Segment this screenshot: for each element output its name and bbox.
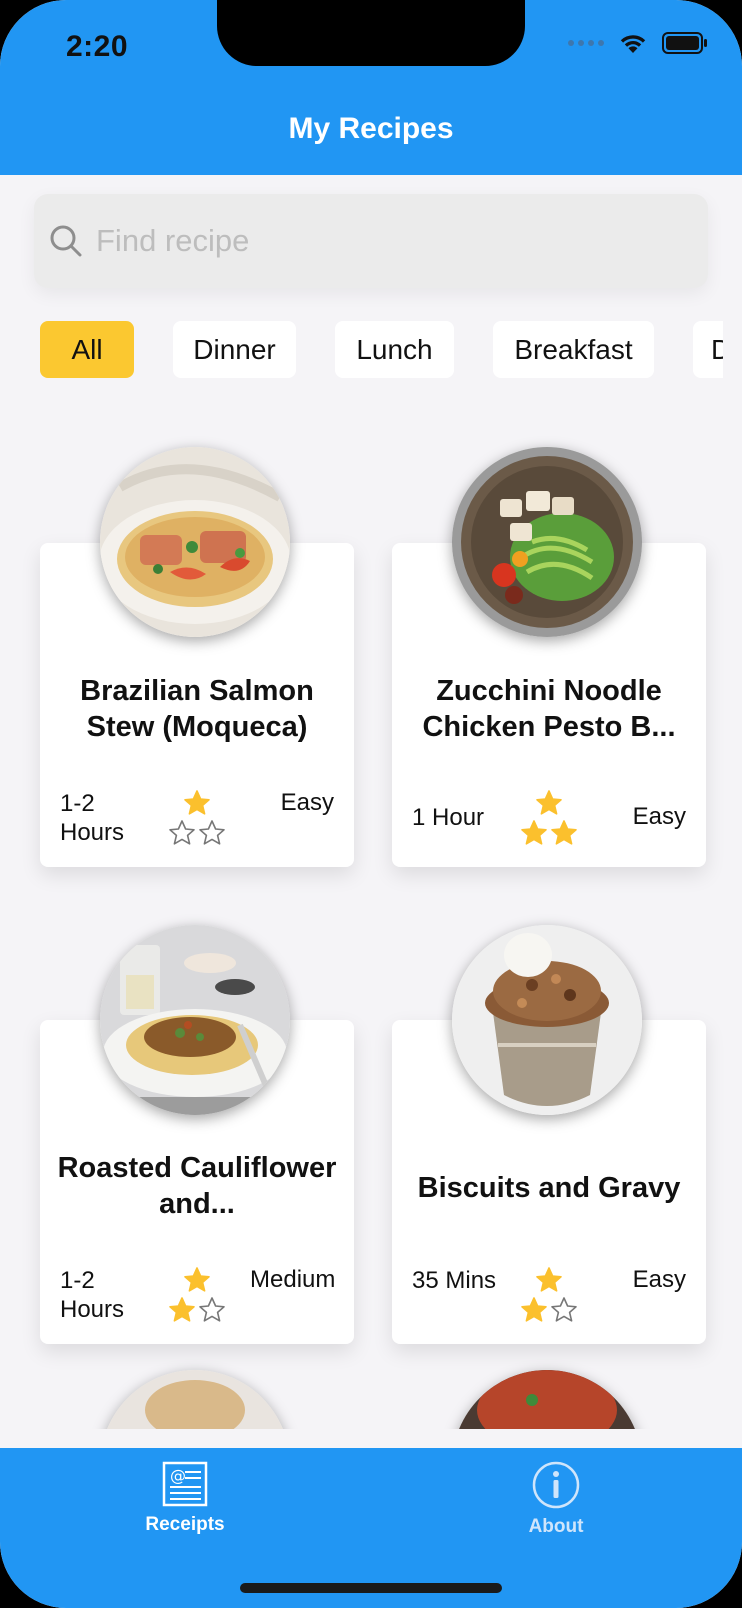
recipe-photo-salmon-stew[interactable] <box>100 447 290 637</box>
recipe-grid: Brazilian Salmon Stew (Moqueca) 1-2 Hour… <box>18 395 724 1429</box>
tab-about[interactable]: About <box>456 1460 656 1538</box>
rating-row <box>166 819 228 847</box>
rating-row <box>166 1296 228 1324</box>
app-header: 2:20 My Recipes <box>0 0 742 175</box>
recipe-photo-partial-right[interactable] <box>452 1370 642 1429</box>
recipe-name: Zucchini Noodle Chicken Pesto B... <box>422 675 676 743</box>
recipe-photo-partial-left[interactable] <box>100 1370 290 1429</box>
recipe-rating <box>166 789 228 849</box>
search-bar[interactable] <box>34 194 708 288</box>
recipe-time: 1-2 Hours <box>60 790 125 846</box>
recipe-photo-biscuits-gravy[interactable] <box>452 925 642 1115</box>
recipe-book-icon: @ <box>162 1461 208 1507</box>
cellular-signal-icon <box>568 40 604 46</box>
star-filled-icon <box>169 1297 195 1322</box>
recipe-name: Roasted Cauliflower and... <box>57 1152 337 1220</box>
category-chip-dinner[interactable]: Dinner <box>173 321 296 378</box>
star-filled-icon <box>536 790 562 815</box>
recipe-difficulty: Easy <box>280 789 334 816</box>
star-filled-icon <box>521 820 547 845</box>
star-filled-icon <box>521 1297 547 1322</box>
recipe-name: Biscuits and Gravy <box>417 1172 681 1204</box>
page-title: My Recipes <box>288 112 454 145</box>
rating-row <box>518 789 580 817</box>
status-icons <box>568 32 708 54</box>
recipe-time: 1-2 Hours <box>60 1267 125 1323</box>
svg-text:@: @ <box>170 1466 186 1485</box>
recipe-photo-zucchini-pesto[interactable] <box>452 447 642 637</box>
rating-row <box>518 1266 580 1294</box>
status-time: 2:20 <box>66 30 129 63</box>
tab-receipts-label: Receipts <box>145 1514 225 1535</box>
rating-row <box>166 789 228 817</box>
tab-receipts[interactable]: @ Receipts <box>85 1460 285 1536</box>
star-empty-icon <box>199 820 225 845</box>
search-icon <box>50 225 82 257</box>
category-filter-bar: All Dinner Lunch Breakfast D <box>40 321 723 379</box>
star-empty-icon <box>169 820 195 845</box>
star-filled-icon <box>184 1267 210 1292</box>
battery-icon <box>662 32 707 54</box>
star-empty-icon <box>551 1297 577 1322</box>
recipe-rating <box>518 1266 580 1326</box>
wifi-icon <box>620 35 646 53</box>
recipe-difficulty: Medium <box>250 1266 334 1293</box>
rating-row <box>518 1296 580 1324</box>
category-chip-all[interactable]: All <box>40 321 134 378</box>
info-icon <box>532 1461 580 1509</box>
recipe-time: 1 Hour <box>412 804 485 831</box>
rating-row <box>166 1266 228 1294</box>
category-chip-breakfast[interactable]: Breakfast <box>493 321 654 378</box>
recipe-difficulty: Easy <box>632 1266 686 1293</box>
recipe-time: 35 Mins <box>412 1267 497 1294</box>
recipe-rating <box>518 789 580 849</box>
recipe-name: Brazilian Salmon Stew (Moqueca) <box>80 675 314 743</box>
star-filled-icon <box>536 1267 562 1292</box>
category-chip-partial[interactable]: D <box>693 321 723 378</box>
recipe-rating <box>166 1266 228 1326</box>
device-notch <box>217 0 525 66</box>
category-chip-lunch[interactable]: Lunch <box>335 321 454 378</box>
tab-about-label: About <box>528 1516 584 1537</box>
rating-row <box>518 819 580 847</box>
search-input[interactable] <box>94 222 678 260</box>
recipe-difficulty: Easy <box>632 803 686 830</box>
star-filled-icon <box>551 820 577 845</box>
recipe-photo-cauliflower[interactable] <box>100 925 290 1115</box>
phone-screen: 2:20 My Recipes All Dinner Lunch <box>0 0 742 1608</box>
home-indicator <box>240 1583 502 1593</box>
star-empty-icon <box>199 1297 225 1322</box>
star-filled-icon <box>184 790 210 815</box>
